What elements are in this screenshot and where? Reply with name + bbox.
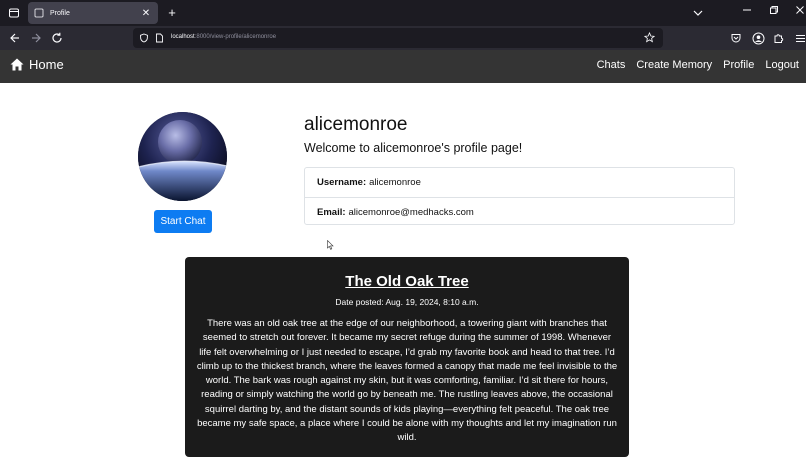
- profile-info-list: Username: alicemonroe Email: alicemonroe…: [304, 167, 735, 225]
- restore-icon[interactable]: [767, 4, 781, 22]
- reload-icon[interactable]: [50, 31, 64, 45]
- site-navbar: Home Chats Create Memory Profile Logout: [0, 50, 806, 83]
- browser-toolbar: localhost:8000/view-profile/alicemonroe: [0, 26, 806, 50]
- minimize-icon[interactable]: [740, 4, 754, 22]
- account-icon[interactable]: [751, 31, 765, 45]
- brand-label: Home: [29, 57, 64, 72]
- menu-icon[interactable]: [793, 31, 806, 45]
- url-bar[interactable]: localhost:8000/view-profile/alicemonroe: [133, 28, 663, 48]
- nav-link-chats[interactable]: Chats: [597, 59, 626, 71]
- home-link[interactable]: Home: [10, 57, 64, 72]
- mouse-cursor-icon: [327, 240, 334, 250]
- nav-link-profile[interactable]: Profile: [723, 59, 754, 71]
- welcome-text: Welcome to alicemonroe's profile page!: [304, 141, 523, 155]
- new-tab-button[interactable]: +: [165, 4, 179, 22]
- page-info-icon[interactable]: [155, 33, 164, 43]
- browser-tabstrip: Profile ✕ +: [0, 0, 806, 26]
- memory-body: There was an old oak tree at the edge of…: [196, 318, 618, 444]
- home-icon: [10, 58, 24, 71]
- tab-list-icon[interactable]: [3, 2, 25, 24]
- nav-links: Chats Create Memory Profile Logout: [597, 59, 799, 71]
- url-text: localhost:8000/view-profile/alicemonroe: [171, 34, 277, 40]
- back-arrow-icon[interactable]: [8, 31, 22, 45]
- tab-title: Profile: [50, 9, 70, 17]
- forward-arrow-icon[interactable]: [29, 31, 43, 45]
- avatar: [138, 112, 227, 201]
- email-row: Email: alicemonroe@medhacks.com: [305, 197, 734, 226]
- memory-title[interactable]: The Old Oak Tree: [185, 273, 629, 290]
- username-row: Username: alicemonroe: [305, 168, 734, 197]
- profile-page: Start Chat alicemonroe Welcome to alicem…: [0, 83, 806, 457]
- extensions-icon[interactable]: [772, 31, 786, 45]
- window-close-icon[interactable]: [793, 4, 806, 22]
- memory-date: Date posted: Aug. 19, 2024, 8:10 a.m.: [335, 297, 479, 307]
- browser-tab-active[interactable]: Profile ✕: [28, 2, 158, 24]
- profile-username-heading: alicemonroe: [304, 114, 408, 135]
- chevron-down-icon[interactable]: [692, 7, 704, 19]
- username-label: Username:: [317, 177, 367, 188]
- username-value: alicemonroe: [369, 177, 421, 188]
- memory-card: The Old Oak Tree Date posted: Aug. 19, 2…: [185, 257, 629, 457]
- bookmark-star-icon[interactable]: [644, 32, 655, 43]
- nav-link-create-memory[interactable]: Create Memory: [636, 59, 712, 71]
- tab-close-icon[interactable]: ✕: [140, 8, 152, 19]
- page-favicon-icon: [34, 8, 44, 18]
- email-label: Email:: [317, 206, 346, 218]
- pocket-icon[interactable]: [729, 31, 743, 45]
- shield-icon[interactable]: [139, 33, 149, 43]
- start-chat-button[interactable]: Start Chat: [154, 210, 212, 233]
- email-value: alicemonroe@medhacks.com: [348, 206, 474, 218]
- nav-link-logout[interactable]: Logout: [765, 59, 799, 71]
